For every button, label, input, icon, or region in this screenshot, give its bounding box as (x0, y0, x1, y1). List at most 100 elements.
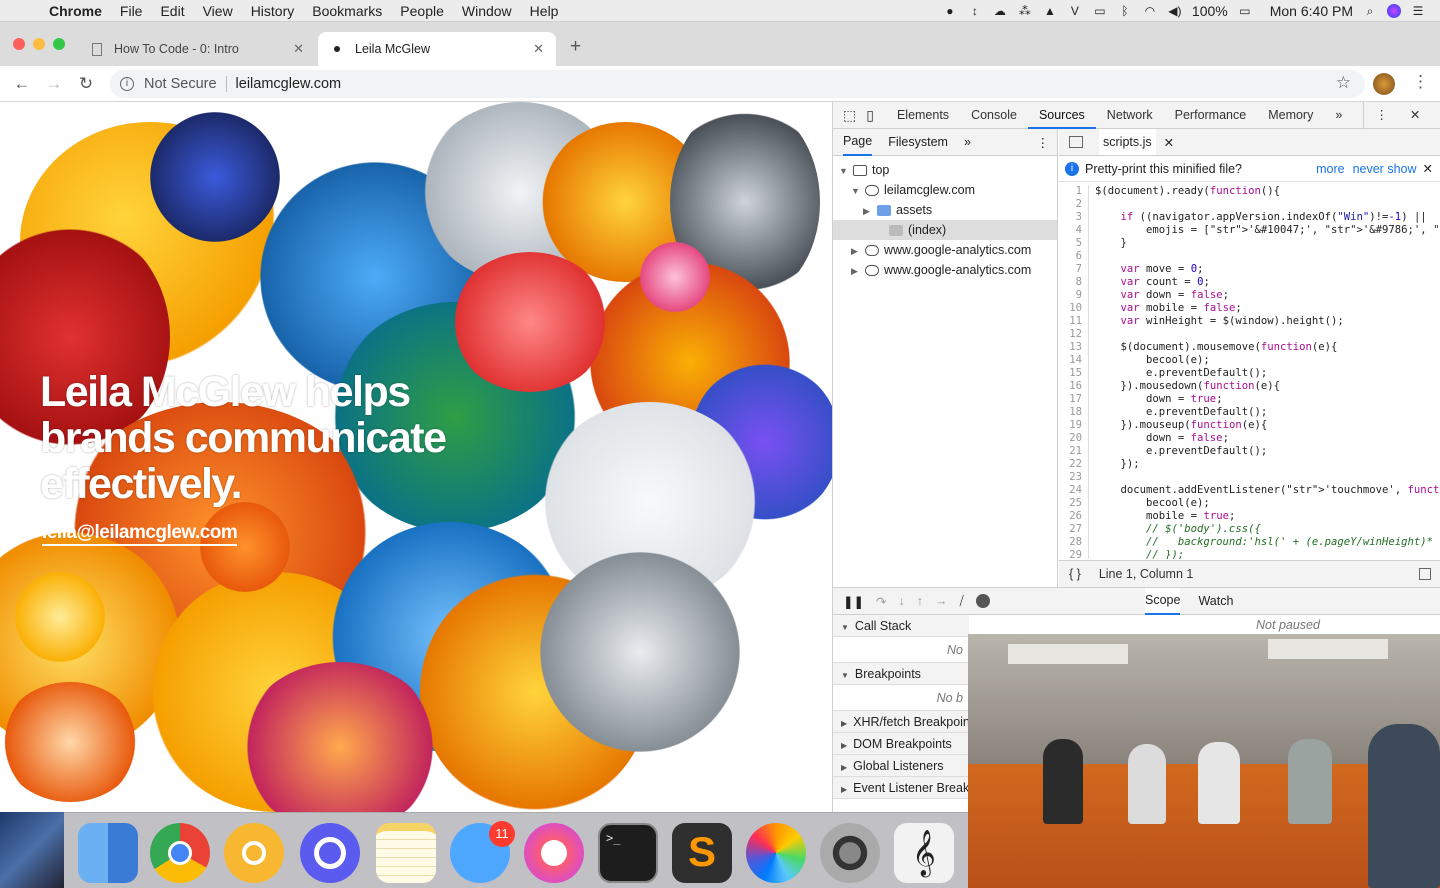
code-line[interactable]: 13 $(document).mousemove(function(e){ (1059, 341, 1440, 354)
status-triangle-icon[interactable]: ▲ (1042, 4, 1058, 18)
code-line[interactable]: 11 var winHeight = $(window).height(); (1059, 315, 1440, 328)
inspect-element-icon[interactable]: ⬚ (833, 102, 862, 129)
collapsed-arrow-icon[interactable]: ▶ (851, 261, 863, 281)
menu-file[interactable]: File (111, 3, 152, 19)
new-tab-button[interactable]: + (570, 36, 581, 58)
tree-item[interactable]: ▼ leilamcglew.com (833, 180, 1057, 200)
menu-help[interactable]: Help (521, 3, 568, 19)
toggle-debugger-icon[interactable] (1419, 568, 1431, 580)
menu-bookmarks[interactable]: Bookmarks (303, 3, 391, 19)
battery-percent[interactable]: 100% (1192, 3, 1228, 19)
volume-icon[interactable]: ◀) (1167, 4, 1183, 18)
tab-memory[interactable]: Memory (1257, 102, 1324, 129)
collapsed-arrow-icon[interactable]: ▶ (841, 785, 847, 794)
code-line[interactable]: 17 down = true; (1059, 393, 1440, 406)
terminal-icon[interactable]: >_ (598, 823, 658, 883)
close-window-button[interactable] (13, 38, 25, 50)
expanded-arrow-icon[interactable]: ▼ (841, 623, 849, 632)
notes-icon[interactable] (376, 823, 436, 883)
tree-item[interactable]: ▶ www.google-analytics.com (833, 260, 1057, 280)
debugger-section-header[interactable]: ▶ Event Listener Breakpoints (833, 777, 969, 799)
line-number[interactable]: 10 (1059, 302, 1089, 315)
close-tab-icon[interactable]: ✕ (293, 41, 304, 57)
clock[interactable]: Mon 6:40 PM (1270, 3, 1353, 19)
code-line[interactable]: 6 (1059, 250, 1440, 263)
itunes-icon[interactable] (524, 823, 584, 883)
collapsed-arrow-icon[interactable]: ▶ (841, 741, 847, 750)
code-line[interactable]: 18 e.preventDefault(); (1059, 406, 1440, 419)
line-number[interactable]: 25 (1059, 497, 1089, 510)
source-code[interactable]: 1 $(document).ready(function(){2 3 if ((na… (1059, 185, 1440, 559)
line-number[interactable]: 26 (1059, 510, 1089, 523)
step-icon[interactable]: → (935, 594, 948, 608)
expanded-arrow-icon[interactable]: ▼ (841, 671, 849, 680)
line-number[interactable]: 27 (1059, 523, 1089, 536)
menu-edit[interactable]: Edit (151, 3, 193, 19)
line-number[interactable]: 17 (1059, 393, 1089, 406)
chrome-icon[interactable] (150, 823, 210, 883)
code-line[interactable]: 25 becool(e); (1059, 497, 1440, 510)
address-bar[interactable]: i Not Secure leilamcglew.com ☆ (110, 70, 1365, 98)
status-cloud-icon[interactable]: ☁ (992, 4, 1008, 18)
debugger-section-header[interactable]: ▶ Global Listeners (833, 755, 969, 777)
toggle-navigator-icon[interactable] (1069, 136, 1083, 148)
photos-icon[interactable] (746, 823, 806, 883)
email-link[interactable]: leila@leilamcglew.com (42, 522, 238, 546)
code-line[interactable]: 24 document.addEventListener("str">'touc… (1059, 484, 1440, 497)
step-over-icon[interactable]: ↷ (876, 594, 886, 609)
chrome-canary-icon[interactable] (224, 823, 284, 883)
cortana-icon[interactable] (300, 823, 360, 883)
code-line[interactable]: 27 // $('body').css({ (1059, 523, 1440, 536)
web-page-viewport[interactable]: Leila McGlew helps brands communicate ef… (0, 102, 832, 812)
expanded-arrow-icon[interactable]: ▼ (839, 161, 851, 181)
notification-center-icon[interactable]: ☰ (1410, 4, 1426, 18)
siri-icon[interactable] (1387, 3, 1401, 18)
sublime-icon[interactable]: S (672, 823, 732, 883)
code-line[interactable]: 26 mobile = true; (1059, 510, 1440, 523)
tab-page[interactable]: Page (843, 129, 873, 156)
security-label[interactable]: Not Secure (144, 76, 217, 92)
zoom-window-button[interactable] (53, 38, 65, 50)
tab-performance[interactable]: Performance (1164, 102, 1258, 129)
line-number[interactable]: 8 (1059, 276, 1089, 289)
tab-network[interactable]: Network (1096, 102, 1164, 129)
expanded-arrow-icon[interactable]: ▼ (851, 181, 863, 201)
spotlight-icon[interactable]: ⌕ (1362, 4, 1378, 18)
code-line[interactable]: 20 down = false; (1059, 432, 1440, 445)
code-line[interactable]: 15 e.preventDefault(); (1059, 367, 1440, 380)
debugger-section-header[interactable]: ▼ Call Stack (833, 615, 969, 637)
line-number[interactable]: 5 (1059, 237, 1089, 250)
code-line[interactable]: 21 e.preventDefault(); (1059, 445, 1440, 458)
line-number[interactable]: 16 (1059, 380, 1089, 393)
file-tab-scripts[interactable]: scripts.js (1099, 129, 1156, 155)
info-icon[interactable]: i (120, 77, 134, 91)
code-line[interactable]: 19 }).mouseup(function(e){ (1059, 419, 1440, 432)
code-line[interactable]: 14 becool(e); (1059, 354, 1440, 367)
line-number[interactable]: 15 (1059, 367, 1089, 380)
close-file-icon[interactable]: ✕ (1164, 135, 1174, 150)
airplay-icon[interactable]: ▭ (1092, 4, 1108, 18)
device-toolbar-icon[interactable]: ▯ (862, 102, 886, 129)
status-v-icon[interactable]: V (1067, 4, 1083, 18)
menu-people[interactable]: People (391, 3, 453, 19)
reload-icon[interactable]: ↻ (70, 74, 102, 94)
line-number[interactable]: 20 (1059, 432, 1089, 445)
code-line[interactable]: 29 // }); (1059, 549, 1440, 559)
tab-elements[interactable]: Elements (886, 102, 960, 129)
code-line[interactable]: 23 (1059, 471, 1440, 484)
line-number[interactable]: 12 (1059, 328, 1089, 341)
line-number[interactable]: 22 (1059, 458, 1089, 471)
code-line[interactable]: 3 if ((navigator.appVersion.indexOf("Win… (1059, 211, 1440, 224)
code-line[interactable]: 2 (1059, 198, 1440, 211)
music-score-icon[interactable]: 𝄞 (894, 823, 954, 883)
code-line[interactable]: 8 var count = 0; (1059, 276, 1440, 289)
forward-icon[interactable]: → (38, 74, 70, 94)
devtools-menu-icon[interactable]: ⋮ (1363, 101, 1399, 129)
pretty-print-button[interactable]: { } (1069, 567, 1081, 581)
url-text[interactable]: leilamcglew.com (236, 76, 342, 92)
tree-item[interactable]: ▶ www.google-analytics.com (833, 240, 1057, 260)
line-number[interactable]: 4 (1059, 224, 1089, 237)
tab-filesystem[interactable]: Filesystem (888, 135, 948, 149)
code-line[interactable]: 28 // background:'hsl(' + (e.pageY/winHe… (1059, 536, 1440, 549)
line-number[interactable]: 23 (1059, 471, 1089, 484)
